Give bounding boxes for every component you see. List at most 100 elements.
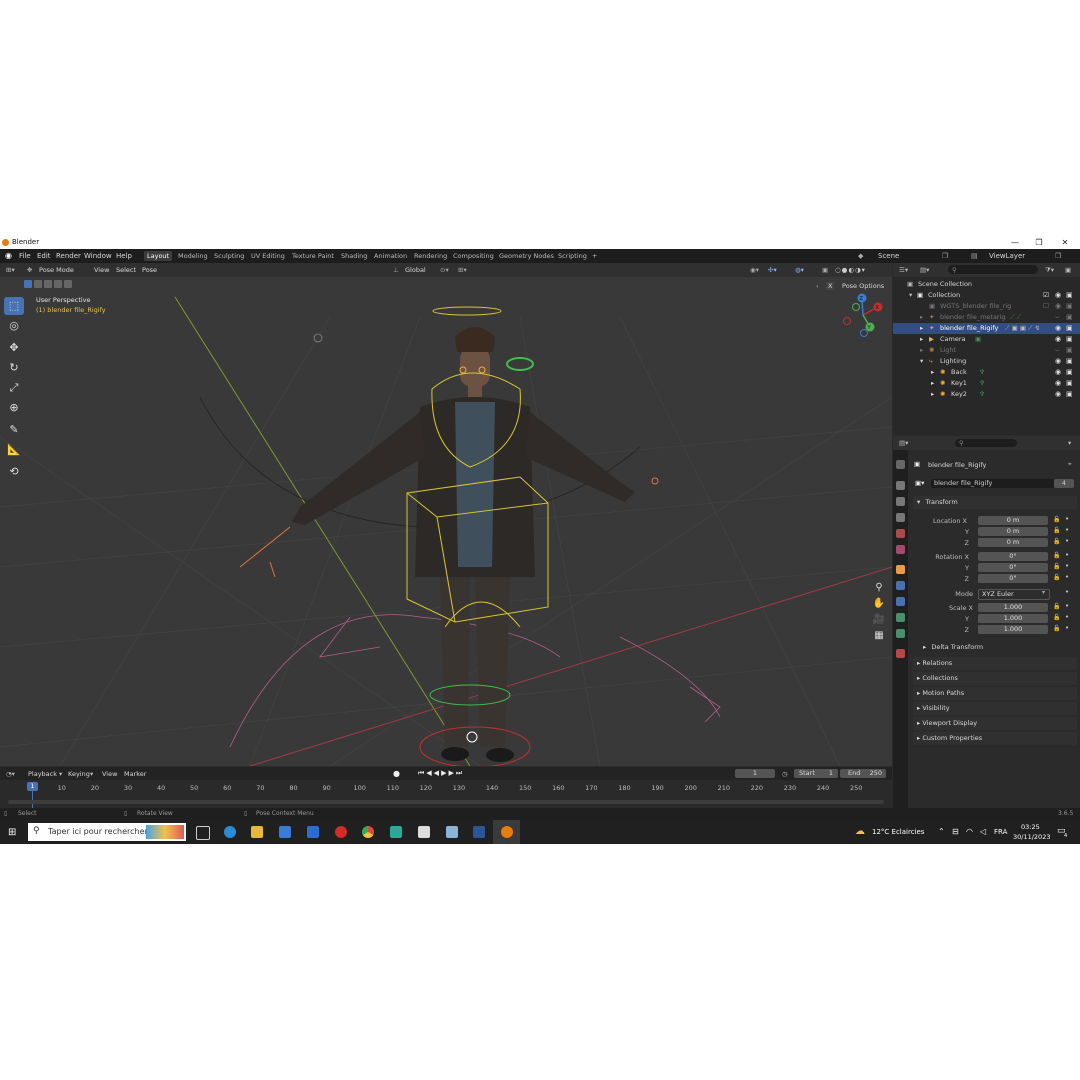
scene-selector[interactable]: Scene <box>878 252 899 260</box>
keyframe-dot-icon[interactable]: • <box>1065 526 1069 534</box>
motion-paths-panel-header[interactable]: ▸ Motion Paths <box>913 687 1077 700</box>
properties-options-icon[interactable]: ▾ <box>1068 439 1071 447</box>
physics-tab-icon[interactable] <box>896 597 905 606</box>
new-collection-icon[interactable]: ▣ <box>1065 266 1071 274</box>
view-layer-copy-icon[interactable]: ❐ <box>1055 252 1061 260</box>
location-y-field[interactable]: 0 m <box>978 527 1048 536</box>
expand-arrow-icon[interactable]: ▾ <box>909 290 912 301</box>
snap-icon[interactable]: ⊞▾ <box>458 266 467 274</box>
collections-panel-header[interactable]: ▸ Collections <box>913 672 1077 685</box>
volume-icon[interactable]: ◁ <box>980 827 986 836</box>
close-header-button[interactable]: X <box>826 282 835 290</box>
world-tab-icon[interactable] <box>896 545 905 554</box>
eye-icon[interactable]: ◉ <box>1055 356 1061 367</box>
keyframe-dot-icon[interactable]: • <box>1065 602 1069 610</box>
render-camera-icon[interactable]: ▣ <box>1066 367 1073 378</box>
texture-tab-icon[interactable] <box>896 649 905 658</box>
expand-arrow-icon[interactable]: ▸ <box>920 323 923 334</box>
menu-window[interactable]: Window <box>84 252 112 260</box>
add-workspace-button[interactable]: + <box>589 251 600 261</box>
custom-properties-panel-header[interactable]: ▸ Custom Properties <box>913 732 1077 745</box>
render-tab-icon[interactable] <box>896 481 905 490</box>
tab-animation[interactable]: Animation <box>371 251 410 261</box>
maximize-button[interactable]: ❐ <box>1028 236 1050 249</box>
delta-transform-header[interactable]: ▸ Delta Transform <box>921 641 1077 654</box>
render-camera-icon[interactable]: ▣ <box>1066 334 1073 345</box>
lock-icon[interactable]: 🔓 <box>1053 516 1060 523</box>
object-type-icon[interactable]: ▣▾ <box>915 479 924 487</box>
lock-icon[interactable]: 🔓 <box>1053 625 1060 632</box>
tab-shading[interactable]: Shading <box>338 251 370 261</box>
expand-arrow-icon[interactable]: ▾ <box>920 356 923 367</box>
outliner-row-key2[interactable]: ▸ ✺ Key2 ♆ ◉ ▣ <box>893 389 1080 400</box>
lock-icon[interactable]: 🔓 <box>1053 527 1060 534</box>
expand-arrow-icon[interactable]: ▸ <box>920 334 923 345</box>
eye-icon[interactable]: ◉ <box>1055 334 1061 345</box>
viewport-menu-view[interactable]: View <box>94 266 109 274</box>
xray-icon[interactable]: ▣ <box>822 266 828 274</box>
tab-scripting[interactable]: Scripting <box>555 251 590 261</box>
tray-chevron-icon[interactable]: ⌃ <box>938 827 945 836</box>
sidebar-toggle-icon[interactable]: ‹ <box>816 282 819 290</box>
pose-options-dropdown[interactable]: Pose Options <box>842 282 884 290</box>
file-explorer-icon[interactable] <box>251 826 263 838</box>
viewport-menu-pose[interactable]: Pose <box>142 266 157 274</box>
location-x-field[interactable]: 0 m <box>978 516 1048 525</box>
tool-tab-icon[interactable] <box>896 460 905 469</box>
output-tab-icon[interactable] <box>896 497 905 506</box>
cursor-tool-icon[interactable]: ◎ <box>4 317 24 335</box>
close-button[interactable]: ✕ <box>1054 236 1076 249</box>
menu-help[interactable]: Help <box>116 252 132 260</box>
chrome-icon[interactable] <box>362 826 374 838</box>
clock-date[interactable]: 30/11/2023 <box>1013 833 1050 841</box>
eye-icon[interactable]: ◉ <box>1055 367 1061 378</box>
tab-uv-editing[interactable]: UV Editing <box>248 251 288 261</box>
timeline-editor[interactable]: ◔▾ Playback ▾ Keying ▾ View Marker ● ⏮◀◀… <box>0 767 892 808</box>
transform-tool-icon[interactable]: ⊕ <box>4 399 24 417</box>
lock-icon[interactable]: 🔓 <box>1053 538 1060 545</box>
render-camera-icon[interactable]: ▣ <box>1066 290 1073 301</box>
render-camera-icon[interactable]: ▣ <box>1066 312 1073 323</box>
edge-icon[interactable] <box>224 826 236 838</box>
object-tab-icon[interactable] <box>896 565 905 574</box>
eye-icon[interactable]: ◉ <box>1055 378 1061 389</box>
wifi-icon[interactable]: ◠ <box>966 827 973 836</box>
rotation-x-field[interactable]: 0° <box>978 552 1048 561</box>
pan-hand-icon[interactable]: ✋ <box>872 597 886 611</box>
outliner-editor-icon[interactable]: ☰▾ <box>899 266 908 274</box>
render-camera-icon[interactable]: ▣ <box>1066 378 1073 389</box>
pivot-icon[interactable]: ⊙▾ <box>440 266 449 274</box>
render-camera-icon[interactable]: ▣ <box>1066 323 1073 334</box>
weather-icon[interactable]: ☁ <box>855 826 865 837</box>
view-layer-tab-icon[interactable] <box>896 513 905 522</box>
shading-modes-icon[interactable]: ○●◐◑▾ <box>835 266 866 274</box>
eye-icon[interactable]: ◉ <box>1055 323 1061 334</box>
visibility-panel-header[interactable]: ▸ Visibility <box>913 702 1077 715</box>
editor-type-icon[interactable]: ⊞▾ <box>6 266 15 274</box>
outliner-row-key1[interactable]: ▸ ✺ Key1 ♆ ◉ ▣ <box>893 378 1080 389</box>
keyframe-dot-icon[interactable]: • <box>1065 588 1069 596</box>
rotation-z-field[interactable]: 0° <box>978 574 1048 583</box>
tab-texture-paint[interactable]: Texture Paint <box>289 251 337 261</box>
playhead[interactable]: 1 <box>27 782 38 791</box>
eye-icon[interactable]: ◉ <box>1055 290 1061 301</box>
annotate-tool-icon[interactable]: ✎ <box>4 421 24 439</box>
word-icon[interactable] <box>473 826 485 838</box>
orientation-selector[interactable]: Global <box>405 266 426 274</box>
gizmo-toggle-icon[interactable]: ✣▾ <box>768 266 777 274</box>
task-view-icon[interactable] <box>196 826 210 840</box>
filter-icon[interactable]: ⧩▾ <box>1045 266 1054 275</box>
tab-rendering[interactable]: Rendering <box>411 251 450 261</box>
lock-icon[interactable]: 🔓 <box>1053 603 1060 610</box>
outliner-row-light[interactable]: ▸ ✺ Light ⌣ ▣ <box>893 345 1080 356</box>
select-tool-icon[interactable]: ⬚ <box>4 297 24 315</box>
outliner-search-input[interactable] <box>948 265 1038 274</box>
zoom-icon[interactable]: ⚲ <box>872 581 886 595</box>
minimize-button[interactable]: — <box>1004 236 1026 249</box>
scale-z-field[interactable]: 1.000 <box>978 625 1048 634</box>
overlay-toggle-icon[interactable]: ◍▾ <box>795 266 804 274</box>
render-camera-icon[interactable]: ▣ <box>1066 389 1073 400</box>
camera-view-icon[interactable]: 🎥 <box>872 613 886 627</box>
network-icon[interactable]: ⊟ <box>952 827 959 836</box>
relations-panel-header[interactable]: ▸ Relations <box>913 657 1077 670</box>
